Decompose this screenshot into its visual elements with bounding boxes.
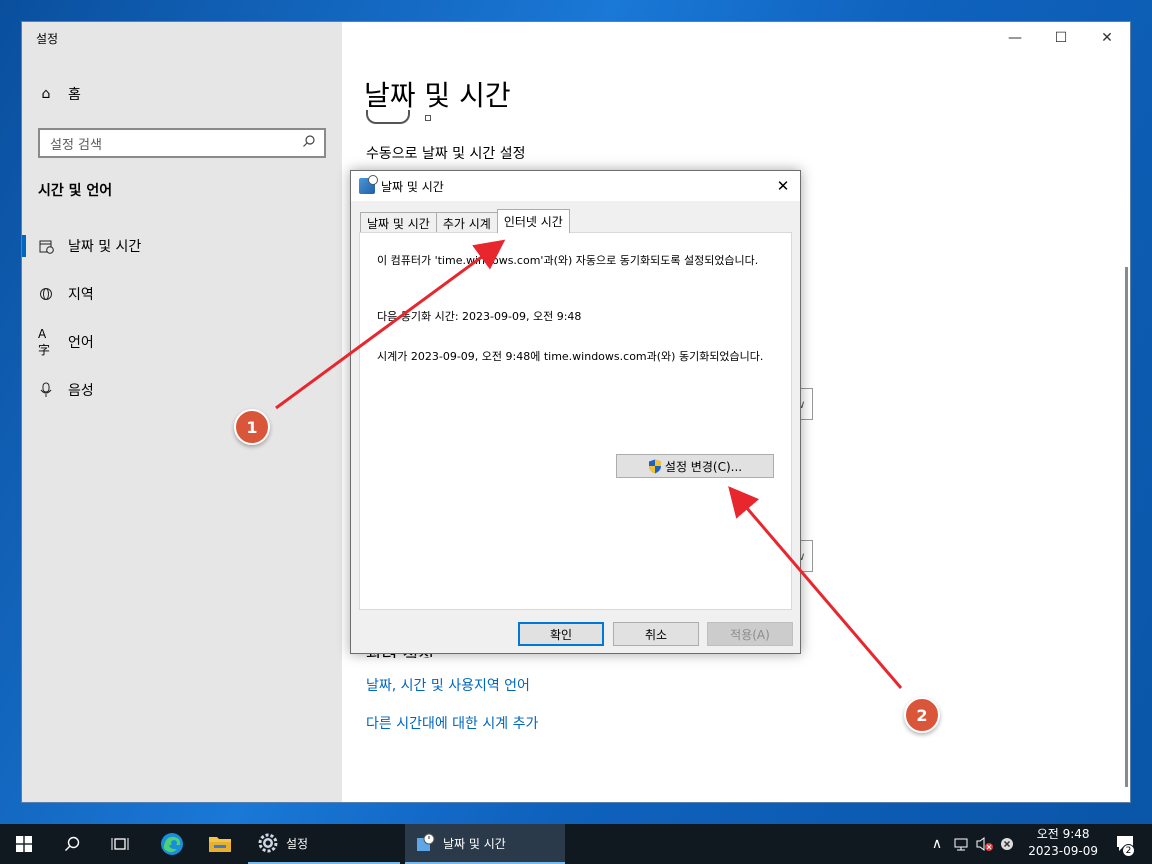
taskbar-clock[interactable]: 오전 9:48 2023-09-09 [1028, 826, 1098, 860]
sidebar-item-speech[interactable]: 음성 [22, 371, 342, 409]
last-sync-text: 시계가 2023-09-09, 오전 9:48에 time.windows.co… [377, 350, 764, 363]
scrollbar[interactable] [1125, 267, 1128, 787]
home-icon: ⌂ [41, 86, 51, 102]
dialog-tabs: 날짜 및 시간 추가 시계 인터넷 시간 [360, 209, 570, 233]
change-settings-button[interactable]: 설정 변경(C)... [616, 454, 774, 478]
sync-config-text: 이 컴퓨터가 'time.windows.com'과(와) 자동으로 동기화되도… [377, 254, 759, 267]
datetime-dialog: 날짜 및 시간 ✕ 날짜 및 시간 추가 시계 인터넷 시간 이 컴퓨터가 't… [350, 170, 801, 654]
task-view-button[interactable] [96, 824, 144, 864]
search-icon [65, 836, 80, 851]
status-error-button[interactable] [996, 824, 1018, 864]
auto-time-toggle[interactable] [366, 110, 410, 124]
datetime-app-icon [417, 833, 435, 851]
windows-logo-icon [16, 836, 32, 852]
taskbar: 설정 날짜 및 시간 ∧ 오전 9:48 2023-09-09 2 [0, 824, 1152, 864]
close-button[interactable]: ✕ [1084, 22, 1130, 54]
file-explorer-button[interactable] [196, 824, 244, 864]
action-center-button[interactable]: 2 [1106, 824, 1146, 864]
cancel-button[interactable]: 취소 [613, 622, 699, 646]
uac-shield-icon [648, 459, 661, 473]
change-settings-label: 설정 변경(C)... [664, 459, 743, 474]
nav-home-label: 홈 [68, 87, 81, 103]
sidebar-item-datetime[interactable]: 날짜 및 시간 [22, 227, 342, 265]
network-button[interactable] [950, 824, 972, 864]
tab-additional-clocks[interactable]: 추가 시계 [435, 212, 498, 233]
datetime-app-icon [359, 175, 378, 194]
caption-buttons: — ☐ ✕ [992, 22, 1130, 54]
apply-button[interactable]: 적용(A) [707, 622, 793, 646]
app-title: 설정 [36, 32, 59, 46]
start-button[interactable] [0, 824, 48, 864]
volume-button[interactable] [974, 824, 996, 864]
internet-time-panel: 이 컴퓨터가 'time.windows.com'과(와) 자동으로 동기화되도… [359, 232, 792, 610]
gear-icon [258, 833, 278, 853]
dialog-close-button[interactable]: ✕ [772, 175, 794, 197]
toggle-indicator [425, 115, 431, 121]
close-circle-icon [1001, 838, 1013, 850]
dialog-title: 날짜 및 시간 [381, 179, 444, 194]
sidebar-item-label: 날짜 및 시간 [68, 239, 142, 255]
sidebar-item-language[interactable]: A字 언어 [22, 323, 342, 361]
sidebar-item-label: 음성 [68, 383, 94, 399]
taskbar-settings-app[interactable]: 설정 [248, 824, 400, 864]
dialog-titlebar: 날짜 및 시간 ✕ [351, 171, 800, 201]
clock-date: 2023-09-09 [1028, 844, 1098, 858]
search-box[interactable]: 설정 검색 [38, 128, 326, 158]
link-region-settings[interactable]: 날짜, 시간 및 사용지역 언어 [366, 675, 530, 695]
microphone-icon [38, 382, 54, 398]
taskbar-settings-label: 설정 [286, 836, 309, 851]
annotation-badge-1: 1 [234, 409, 270, 445]
page-title: 날짜 및 시간 [364, 79, 511, 112]
annotation-badge-2: 2 [904, 697, 940, 733]
section-heading: 시간 및 언어 [38, 183, 113, 199]
sidebar-item-label: 지역 [68, 287, 94, 303]
search-button[interactable] [48, 824, 96, 864]
sidebar-item-label: 언어 [68, 335, 94, 351]
language-icon: A字 [38, 326, 51, 357]
search-input[interactable]: 설정 검색 [50, 134, 102, 153]
show-hidden-icons-button[interactable]: ∧ [926, 824, 948, 864]
sidebar-item-region[interactable]: 지역 [22, 275, 342, 313]
notification-count-badge: 2 [1122, 844, 1135, 857]
taskbar-datetime-label: 날짜 및 시간 [443, 836, 506, 851]
search-icon [302, 134, 316, 152]
ok-button[interactable]: 확인 [518, 622, 604, 646]
volume-muted-icon [976, 837, 993, 851]
chevron-up-icon: ∧ [931, 836, 943, 852]
settings-sidebar: 설정 ⌂ 홈 설정 검색 시간 및 언어 날짜 및 시간 지역 A字 언어 음성 [22, 22, 342, 802]
folder-icon [209, 837, 231, 852]
task-view-icon [111, 838, 129, 850]
maximize-button[interactable]: ☐ [1038, 22, 1084, 54]
link-add-clocks[interactable]: 다른 시간대에 대한 시계 추가 [366, 713, 538, 733]
nav-home[interactable]: ⌂ 홈 [22, 75, 342, 113]
edge-button[interactable] [148, 824, 196, 864]
clock-time: 오전 9:48 [1036, 827, 1090, 841]
manual-set-label: 수동으로 날짜 및 시간 설정 [366, 146, 526, 162]
tab-internet-time[interactable]: 인터넷 시간 [496, 209, 570, 233]
globe-icon [38, 286, 54, 302]
taskbar-datetime-app[interactable]: 날짜 및 시간 [405, 824, 565, 864]
tab-date-time[interactable]: 날짜 및 시간 [360, 212, 437, 233]
edge-icon [161, 833, 183, 855]
next-sync-text: 다음 동기화 시간: 2023-09-09, 오전 9:48 [377, 310, 582, 323]
minimize-button[interactable]: — [992, 22, 1038, 54]
network-icon [954, 838, 968, 851]
calendar-clock-icon [38, 238, 54, 254]
